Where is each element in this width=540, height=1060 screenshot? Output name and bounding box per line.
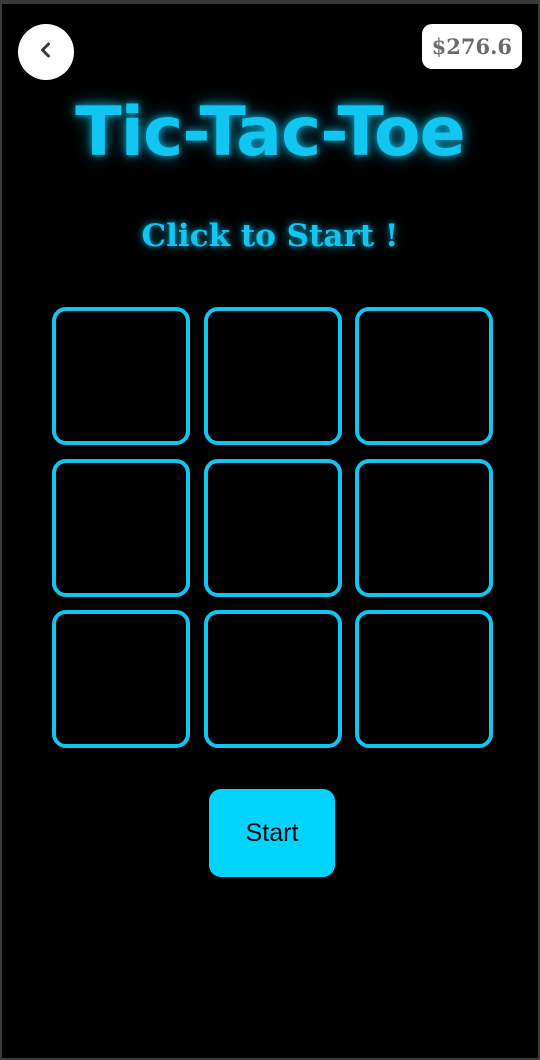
balance-badge: $276.6	[421, 24, 522, 69]
chevron-left-icon	[36, 40, 56, 64]
board-cell-9[interactable]	[355, 610, 493, 748]
board-cell-7[interactable]	[52, 610, 190, 748]
board-cell-5[interactable]	[203, 458, 342, 597]
board-cell-1[interactable]	[52, 307, 190, 445]
start-button[interactable]: Start	[209, 789, 335, 877]
back-button[interactable]	[18, 24, 74, 80]
board-cell-3[interactable]	[355, 307, 493, 445]
board-cell-8[interactable]	[203, 610, 342, 748]
board-cell-4[interactable]	[52, 458, 190, 597]
board-cell-6[interactable]	[355, 458, 493, 597]
board-cell-2[interactable]	[203, 307, 342, 445]
game-status: Click to Start !	[141, 218, 399, 254]
game-board	[52, 307, 493, 748]
game-title: Tic-Tac-Toe	[75, 93, 465, 172]
app-frame: $276.6 Tic-Tac-Toe Click to Start ! Star…	[0, 0, 540, 1060]
